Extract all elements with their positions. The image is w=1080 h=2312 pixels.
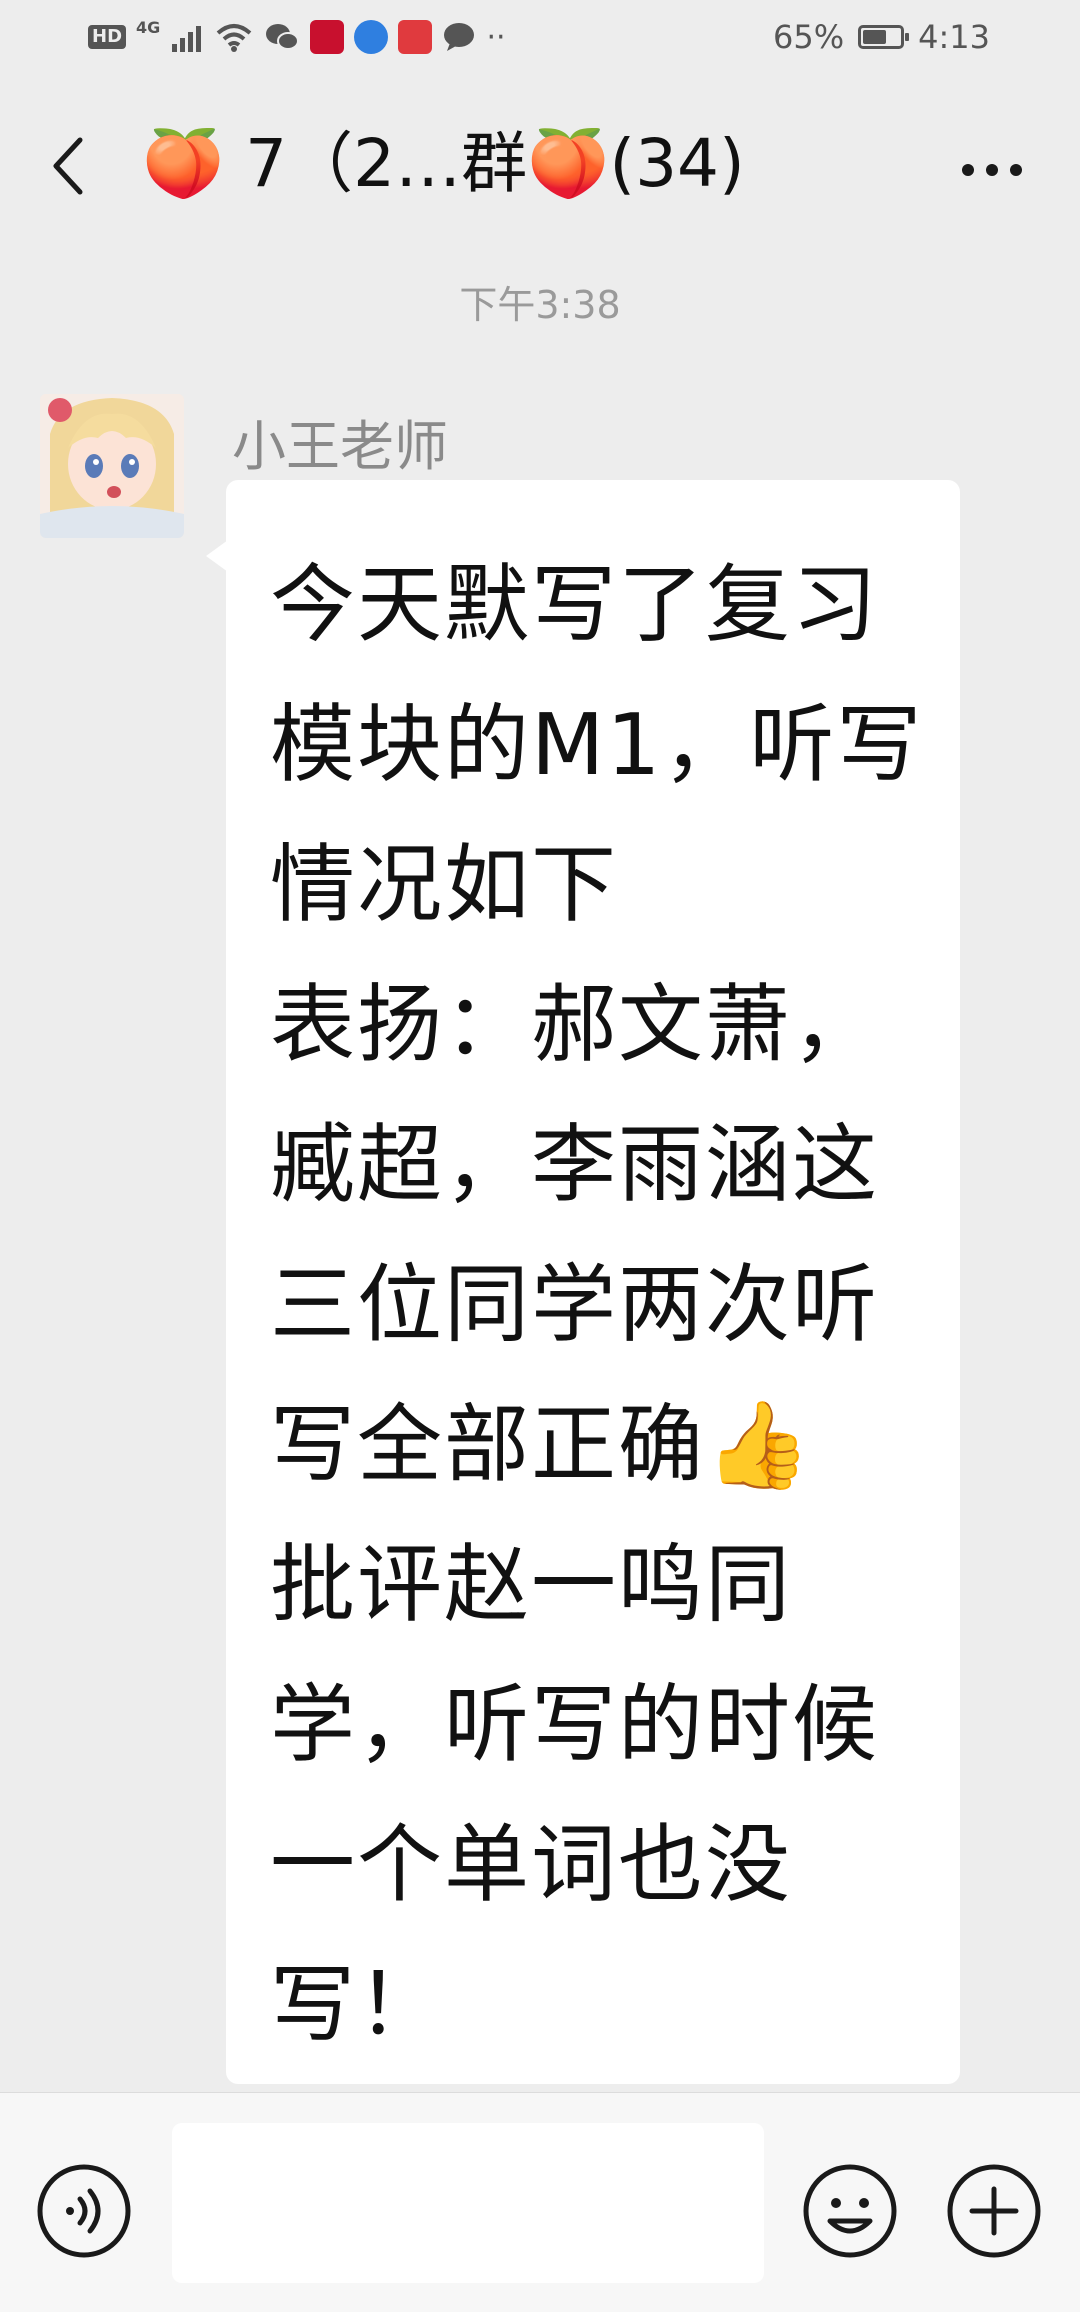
cellular-signal-icon: 4G (136, 18, 204, 56)
chat-header: 🍑 7（2…群🍑(34) (0, 80, 1080, 256)
app-icon-red (310, 20, 345, 54)
app-icon-red-pattern (398, 20, 433, 54)
network-type-label: 4G (136, 18, 161, 37)
message-timestamp: 下午3:38 (459, 283, 621, 327)
voice-icon (37, 2164, 131, 2258)
chevron-left-icon (53, 137, 83, 195)
emoji-button[interactable] (802, 2163, 898, 2259)
input-bar (0, 2092, 1080, 2312)
battery-icon (858, 25, 910, 49)
status-bar: HD 4G ·· 65% 4:13 (0, 0, 1080, 80)
battery-level-fill (863, 30, 887, 44)
bubble-tail (206, 540, 228, 572)
message-input[interactable] (172, 2123, 764, 2283)
message-bubble-icon (444, 23, 475, 51)
chat-title: 🍑 7（2…群🍑(34) (142, 125, 745, 202)
emoji-icon (803, 2164, 897, 2258)
sender-avatar[interactable] (40, 394, 184, 538)
battery-percent: 65% (773, 18, 845, 56)
back-button[interactable] (40, 126, 100, 206)
plus-icon (947, 2164, 1041, 2258)
hd-badge: HD (88, 25, 127, 49)
chat-screen: HD 4G ·· 65% 4:13 🍑 7（2…群🍑(34) 下午3:38 小王… (0, 0, 1080, 2312)
status-right: 65% 4:13 (773, 18, 990, 56)
wechat-icon (266, 24, 300, 50)
message-text: 今天默写了复习模块的M1，听写情况如下 表扬：郝文萧，臧超，李雨涵这三位同学两次… (270, 556, 924, 2055)
message-bubble[interactable]: 今天默写了复习模块的M1，听写情况如下 表扬：郝文萧，臧超，李雨涵这三位同学两次… (226, 480, 960, 2084)
voice-button[interactable] (36, 2163, 132, 2259)
status-left: HD 4G ·· (88, 18, 506, 56)
clock: 4:13 (918, 18, 990, 56)
plus-button[interactable] (946, 2163, 1042, 2259)
more-notifications-indicator: ·· (486, 19, 506, 55)
wifi-icon (217, 24, 252, 52)
sender-name: 小王老师 (232, 415, 448, 478)
more-dots-icon (962, 164, 1022, 176)
app-icon-blue (354, 20, 389, 54)
more-button[interactable] (952, 140, 1032, 200)
